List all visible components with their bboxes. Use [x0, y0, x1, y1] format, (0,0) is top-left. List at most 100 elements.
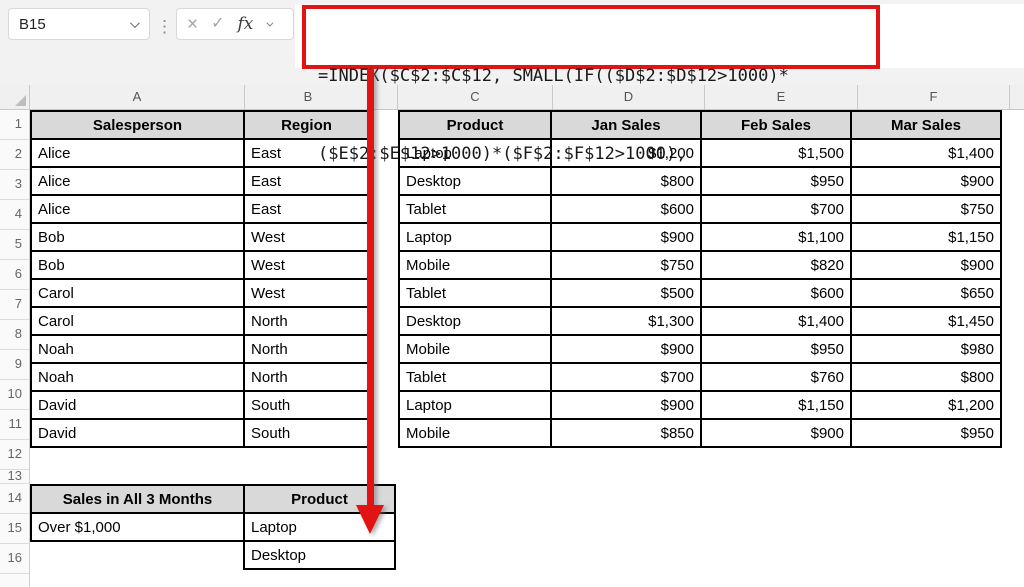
table-row: Mobile $750 $820 $900 [399, 251, 1001, 279]
row-number[interactable]: 3 [0, 170, 30, 200]
cell-product[interactable]: Laptop [399, 391, 551, 419]
table-header-row: Sales in All 3 Months Product [31, 485, 395, 513]
table-row: Tablet $700 $760 $800 [399, 363, 1001, 391]
row-number[interactable]: 8 [0, 320, 30, 350]
row-number[interactable]: 1 [0, 110, 30, 140]
cell-product[interactable]: Mobile [399, 335, 551, 363]
cell-mar-sales[interactable]: $800 [851, 363, 1001, 391]
formula-input-annotated[interactable]: =INDEX($C$2:$C$12, SMALL(IF(($D$2:$D$12>… [302, 5, 880, 69]
cell-result-product[interactable]: Desktop [244, 541, 395, 569]
select-all-corner[interactable] [0, 85, 30, 109]
cell-jan-sales[interactable]: $750 [551, 251, 701, 279]
row-number[interactable]: 6 [0, 260, 30, 290]
row-number-gutter: 12345678910111213141516 [0, 110, 30, 574]
formula-line-2: ($E$2:$E$12>1000)*($F$2:$F$12>1000), [318, 141, 876, 167]
row-number[interactable]: 9 [0, 350, 30, 380]
cell-feb-sales[interactable]: $820 [701, 251, 851, 279]
cell-jan-sales[interactable]: $900 [551, 391, 701, 419]
row-number[interactable]: 10 [0, 380, 30, 410]
cell-mar-sales[interactable]: $1,450 [851, 307, 1001, 335]
cell-jan-sales[interactable]: $900 [551, 223, 701, 251]
cell-criteria[interactable]: Over $1,000 [31, 513, 244, 541]
row-number[interactable]: 7 [0, 290, 30, 320]
header-result-product[interactable]: Product [244, 485, 395, 513]
table-row: Noah North [31, 335, 369, 363]
cell-mar-sales[interactable]: $900 [851, 251, 1001, 279]
cell-region[interactable]: West [244, 223, 369, 251]
cell-salesperson[interactable]: Bob [31, 223, 244, 251]
row-number[interactable]: 2 [0, 140, 30, 170]
column-header-a[interactable]: A [30, 85, 245, 109]
formula-toolbar: B15 ⋮ × ✓ fx =INDEX($C$2:$C$12, SMALL(IF… [0, 0, 1024, 85]
cell-product[interactable]: Tablet [399, 363, 551, 391]
cell-feb-sales[interactable]: $1,150 [701, 391, 851, 419]
cell-jan-sales[interactable]: $900 [551, 335, 701, 363]
cell-region[interactable]: North [244, 363, 369, 391]
cell-feb-sales[interactable]: $950 [701, 335, 851, 363]
cell-jan-sales[interactable]: $1,300 [551, 307, 701, 335]
name-box[interactable]: B15 [8, 8, 150, 40]
row-number[interactable]: 12 [0, 440, 30, 470]
cell-mar-sales[interactable]: $1,150 [851, 223, 1001, 251]
cell-product[interactable]: Mobile [399, 251, 551, 279]
cell-feb-sales[interactable]: $900 [701, 419, 851, 447]
column-header-f[interactable]: F [858, 85, 1010, 109]
row-number[interactable]: 14 [0, 484, 30, 514]
cell-mar-sales[interactable]: $980 [851, 335, 1001, 363]
table-row: Tablet $500 $600 $650 [399, 279, 1001, 307]
formula-line-1: =INDEX($C$2:$C$12, SMALL(IF(($D$2:$D$12>… [318, 63, 876, 89]
table-row: Noah North [31, 363, 369, 391]
cell-product[interactable]: Laptop [399, 223, 551, 251]
cell-salesperson[interactable]: Alice [31, 139, 244, 167]
cell-salesperson[interactable]: David [31, 391, 244, 419]
cell-mar-sales[interactable]: $650 [851, 279, 1001, 307]
cell-salesperson[interactable]: Carol [31, 307, 244, 335]
row-number[interactable]: 5 [0, 230, 30, 260]
row-number[interactable]: 16 [0, 544, 30, 574]
header-salesperson[interactable]: Salesperson [31, 111, 244, 139]
cell-feb-sales[interactable]: $1,100 [701, 223, 851, 251]
table-row: Laptop $900 $1,100 $1,150 [399, 223, 1001, 251]
cell-product[interactable]: Mobile [399, 419, 551, 447]
column-header-overflow [1010, 85, 1024, 109]
cell-salesperson[interactable]: Noah [31, 363, 244, 391]
cell-salesperson[interactable]: Noah [31, 335, 244, 363]
row-number[interactable]: 13 [0, 470, 30, 484]
cell-result-product[interactable]: Laptop [244, 513, 395, 541]
cell-jan-sales[interactable]: $700 [551, 363, 701, 391]
cell-feb-sales[interactable]: $600 [701, 279, 851, 307]
cell-product[interactable]: Tablet [399, 279, 551, 307]
table-row: Desktop $1,300 $1,400 $1,450 [399, 307, 1001, 335]
insert-function-icon[interactable]: fx [238, 14, 254, 34]
header-sales-in-all-3-months[interactable]: Sales in All 3 Months [31, 485, 244, 513]
cancel-icon[interactable]: × [187, 15, 198, 34]
cell-feb-sales[interactable]: $1,400 [701, 307, 851, 335]
enter-icon[interactable]: ✓ [211, 16, 224, 32]
cell-region[interactable]: North [244, 307, 369, 335]
cell-mar-sales[interactable]: $1,200 [851, 391, 1001, 419]
cell-salesperson[interactable]: Alice [31, 167, 244, 195]
cell-criteria[interactable] [31, 541, 244, 569]
chevron-down-icon[interactable] [130, 18, 140, 28]
cell-region[interactable]: South [244, 419, 369, 447]
chevron-down-icon[interactable] [267, 19, 274, 26]
cell-region[interactable]: West [244, 279, 369, 307]
cell-feb-sales[interactable]: $760 [701, 363, 851, 391]
cell-product[interactable]: Desktop [399, 307, 551, 335]
cell-salesperson[interactable]: Alice [31, 195, 244, 223]
row-number[interactable]: 11 [0, 410, 30, 440]
row-number[interactable]: 4 [0, 200, 30, 230]
cell-jan-sales[interactable]: $850 [551, 419, 701, 447]
cell-region[interactable]: South [244, 391, 369, 419]
table-row: Carol West [31, 279, 369, 307]
cell-salesperson[interactable]: David [31, 419, 244, 447]
cell-jan-sales[interactable]: $500 [551, 279, 701, 307]
row-number[interactable]: 15 [0, 514, 30, 544]
cell-region[interactable]: North [244, 335, 369, 363]
cell-mar-sales[interactable]: $950 [851, 419, 1001, 447]
cell-salesperson[interactable]: Bob [31, 251, 244, 279]
corner-triangle-icon [15, 95, 26, 106]
cell-region[interactable]: West [244, 251, 369, 279]
kebab-menu-icon[interactable]: ⋮ [156, 12, 170, 42]
cell-salesperson[interactable]: Carol [31, 279, 244, 307]
